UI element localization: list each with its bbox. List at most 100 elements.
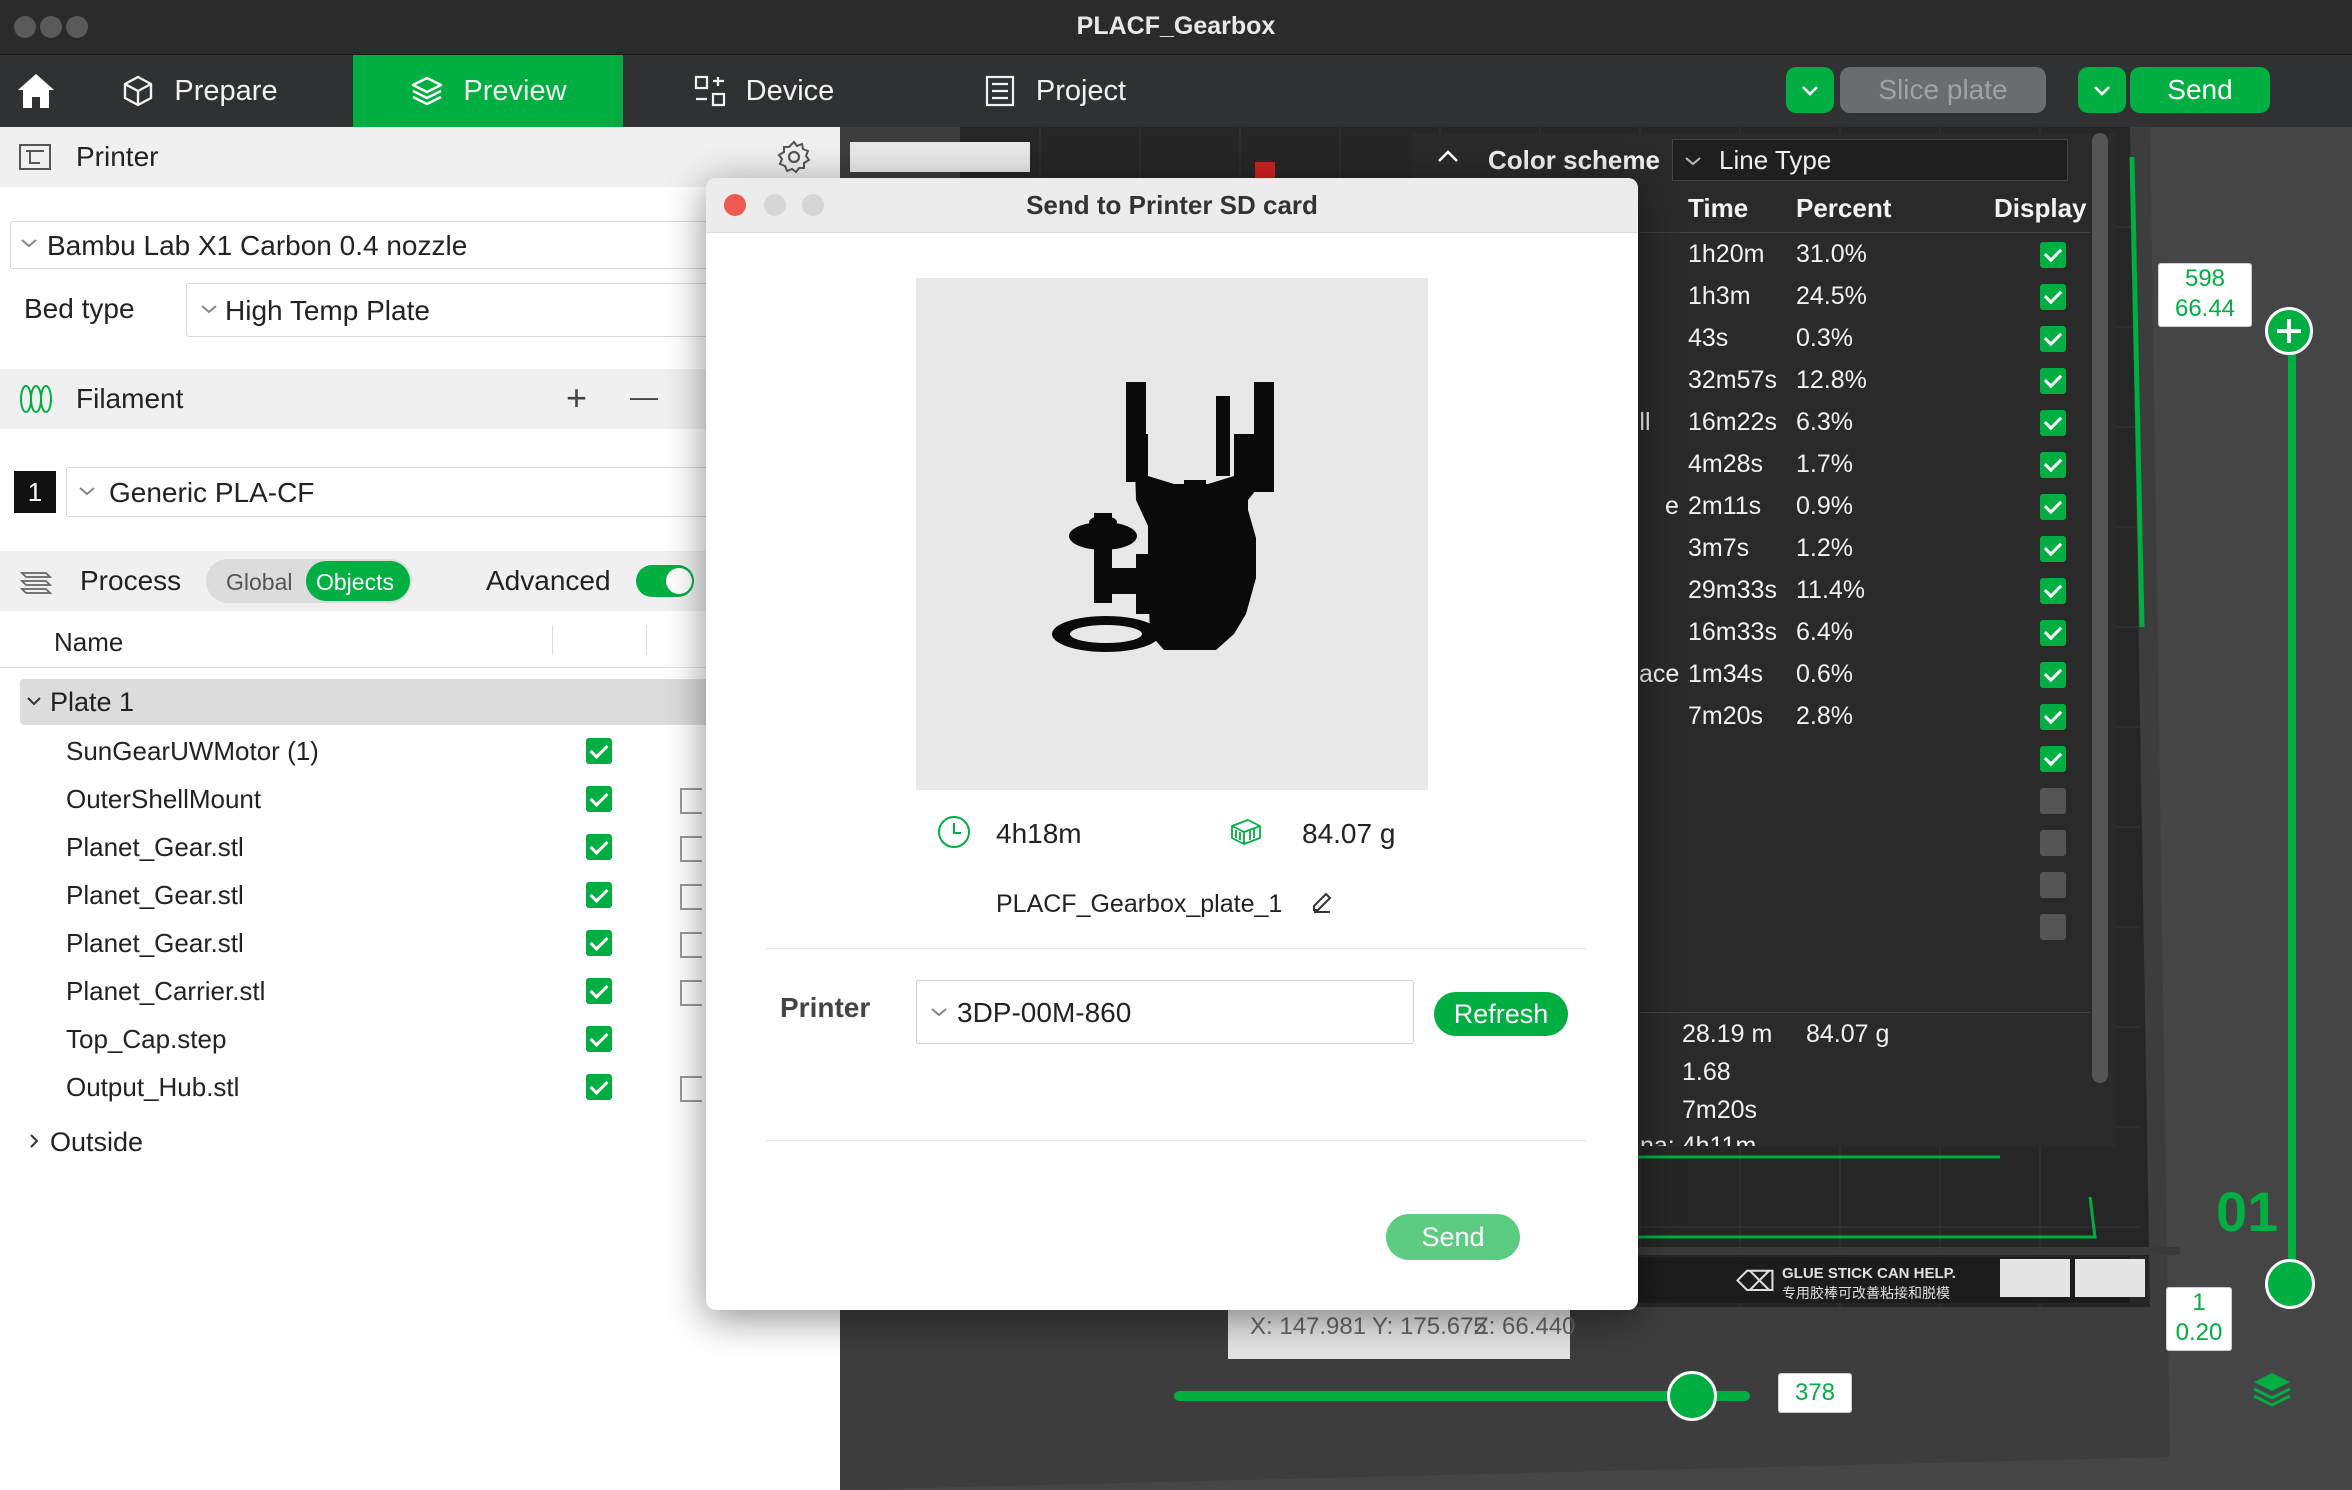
outside-label: Outside — [50, 1127, 144, 1157]
refresh-button[interactable]: Refresh — [1434, 992, 1568, 1036]
toggle-objects-label: Objects — [316, 569, 394, 595]
display-checkbox[interactable] — [2040, 326, 2066, 352]
object-name: OuterShellMount — [66, 784, 262, 814]
toggle-objects-option[interactable]: Objects — [306, 561, 410, 601]
dialog-title: Send to Printer SD card — [1026, 190, 1318, 220]
display-checkbox[interactable] — [2040, 662, 2066, 688]
display-checkbox[interactable] — [2040, 830, 2066, 856]
tab-device[interactable]: Device — [668, 55, 858, 127]
top-layer-number: 598 — [2184, 265, 2226, 292]
line-type-percent: 6.4% — [1796, 618, 1853, 646]
display-checkbox[interactable] — [2040, 872, 2066, 898]
chevron-down-icon — [2094, 86, 2110, 96]
coord-x: X: 147.981 — [1250, 1313, 1367, 1340]
tab-prepare[interactable]: Prepare — [84, 55, 314, 127]
plate-label: Plate 1 — [50, 687, 135, 717]
display-checkbox[interactable] — [2040, 494, 2066, 520]
move-slider-track[interactable] — [1174, 1371, 1750, 1421]
object-visible-checkbox[interactable] — [586, 1074, 612, 1100]
display-checkbox[interactable] — [2040, 242, 2066, 268]
color-scheme-select[interactable]: Line Type — [1672, 139, 2068, 181]
printer-target-select[interactable]: 3DP-00M-860 — [916, 980, 1414, 1044]
display-checkbox[interactable] — [2040, 452, 2066, 478]
window-title: PLACF_Gearbox — [1076, 12, 1276, 40]
object-visible-checkbox[interactable] — [586, 1026, 612, 1052]
process-icon — [18, 565, 54, 597]
display-checkbox[interactable] — [2040, 704, 2066, 730]
line-type-time: 43s — [1688, 324, 1729, 352]
project-icon — [985, 75, 1014, 107]
object-settings-icon[interactable] — [680, 980, 702, 1006]
slice-plate-button[interactable]: Slice plate — [1840, 67, 2046, 113]
object-visible-checkbox[interactable] — [586, 882, 612, 908]
advanced-switch[interactable] — [636, 565, 694, 597]
object-visible-checkbox[interactable] — [586, 738, 612, 764]
line-type-time: 7m20s — [1688, 702, 1764, 730]
layers-toggle-icon[interactable] — [2250, 1367, 2294, 1411]
advanced-label: Advanced — [486, 565, 611, 596]
object-settings-icon[interactable] — [680, 884, 702, 910]
line-type-percent: 24.5% — [1796, 282, 1867, 310]
line-type-time: 1h20m — [1688, 240, 1765, 268]
display-checkbox[interactable] — [2040, 914, 2066, 940]
coord-y: Y: 175.675 — [1372, 1313, 1487, 1340]
object-visible-checkbox[interactable] — [586, 930, 612, 956]
layer-slider-track[interactable] — [2288, 327, 2296, 1287]
send-button[interactable]: Send — [2130, 67, 2270, 113]
global-objects-toggle[interactable]: Global Objects — [206, 559, 412, 603]
add-filament-button[interactable]: + — [566, 377, 587, 419]
line-type-percent: 12.8% — [1796, 366, 1867, 394]
bed-type-value: High Temp Plate — [225, 295, 430, 326]
object-name: SunGearUWMotor (1) — [66, 736, 319, 766]
object-visible-checkbox[interactable] — [586, 834, 612, 860]
line-type-time: 1m34s — [1688, 660, 1764, 688]
home-icon[interactable] — [16, 71, 56, 111]
name-column-header: Name — [54, 627, 124, 657]
slice-dropdown-button[interactable] — [1786, 67, 1834, 113]
chevron-down-icon[interactable] — [26, 695, 42, 707]
gear-icon[interactable] — [776, 139, 812, 175]
dialog-send-button[interactable]: Send — [1386, 1214, 1520, 1260]
filament-icon — [18, 383, 54, 415]
tab-project-label: Project — [1035, 74, 1127, 107]
object-visible-checkbox[interactable] — [586, 786, 612, 812]
line-type-prefix: ace — [1639, 660, 1680, 688]
color-scheme-scrollbar[interactable] — [2092, 133, 2108, 1083]
line-type-percent: 2.8% — [1796, 702, 1853, 730]
remove-filament-button[interactable]: — — [630, 381, 658, 413]
move-slider-value: 378 — [1778, 1373, 1852, 1413]
layer-slider-bottom-handle[interactable] — [2265, 1259, 2315, 1309]
filament-slot-badge[interactable]: 1 — [14, 471, 56, 513]
object-settings-icon[interactable] — [680, 836, 702, 862]
chevron-up-icon[interactable] — [1436, 147, 1460, 167]
display-checkbox[interactable] — [2040, 536, 2066, 562]
display-checkbox[interactable] — [2040, 368, 2066, 394]
tab-preview[interactable]: Preview — [353, 55, 623, 127]
device-icon — [694, 75, 725, 107]
chevron-right-icon[interactable] — [28, 1133, 40, 1149]
tab-project[interactable]: Project — [944, 55, 1164, 127]
display-checkbox[interactable] — [2040, 788, 2066, 814]
line-type-percent: 1.7% — [1796, 450, 1853, 478]
display-checkbox[interactable] — [2040, 410, 2066, 436]
object-visible-checkbox[interactable] — [586, 978, 612, 1004]
display-checkbox[interactable] — [2040, 578, 2066, 604]
edit-name-icon[interactable] — [1310, 890, 1334, 914]
printer-icon — [18, 141, 52, 173]
display-checkbox[interactable] — [2040, 746, 2066, 772]
send-dropdown-button[interactable] — [2078, 67, 2126, 113]
chevron-down-icon — [21, 239, 37, 248]
object-settings-icon[interactable] — [680, 932, 702, 958]
bottom-layer-badge: 1 0.20 — [2166, 1287, 2232, 1351]
object-settings-icon[interactable] — [680, 788, 702, 814]
display-checkbox[interactable] — [2040, 620, 2066, 646]
line-type-time: 1h3m — [1688, 282, 1751, 310]
layer-slider-top-handle[interactable] — [2265, 307, 2313, 355]
object-settings-icon[interactable] — [680, 1076, 702, 1102]
object-name: Top_Cap.step — [66, 1024, 227, 1054]
toggle-global-option[interactable]: Global — [226, 569, 292, 596]
tab-prepare-label: Prepare — [174, 74, 278, 107]
time-column-header: Time — [1688, 193, 1749, 223]
object-name: Planet_Gear.stl — [66, 832, 244, 862]
display-checkbox[interactable] — [2040, 284, 2066, 310]
